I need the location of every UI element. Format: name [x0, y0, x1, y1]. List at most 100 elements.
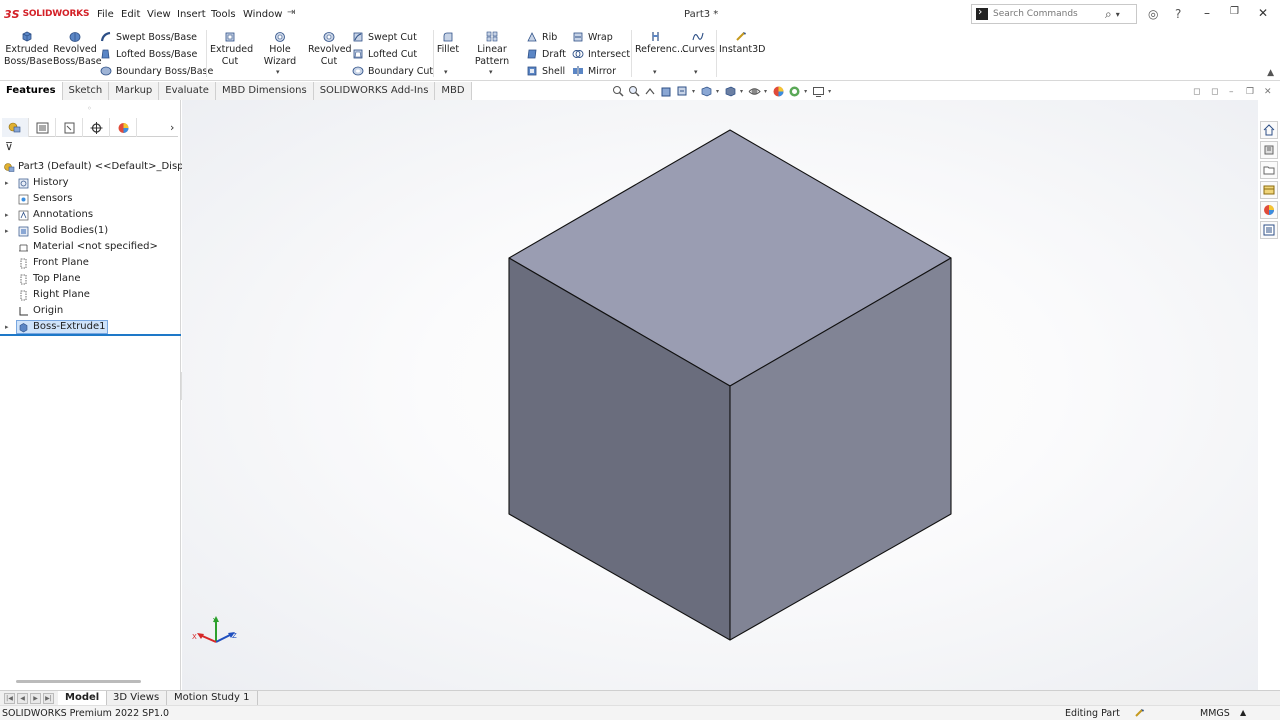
previous-view-icon[interactable] — [644, 85, 658, 98]
reference-geometry-button[interactable]: Referenc... — [635, 30, 686, 56]
linear-pattern-button[interactable]: Linear Pattern — [463, 30, 521, 68]
mirror-button[interactable]: Mirror — [572, 65, 616, 77]
viewport-window-icon[interactable]: ◻ — [1193, 87, 1200, 97]
expand-arrow-icon[interactable]: ▸ — [5, 175, 9, 191]
more-tabs-chevron-icon[interactable]: › — [170, 121, 174, 134]
rollback-bar[interactable] — [0, 334, 181, 336]
zoom-to-area-icon[interactable] — [628, 85, 642, 98]
viewport-tile-icon[interactable]: ◻ — [1211, 87, 1218, 97]
search-commands-box[interactable]: ⌕ ▾ — [971, 4, 1137, 24]
tab-model[interactable]: Model — [58, 691, 108, 706]
previous-tab-icon[interactable]: ◀ — [17, 693, 28, 704]
fillet-button[interactable]: Fillet — [436, 30, 460, 56]
appearance-dropdown-icon[interactable]: ▾ — [764, 88, 767, 95]
tab-sketch[interactable]: Sketch — [62, 82, 110, 100]
last-tab-icon[interactable]: ▶| — [43, 693, 54, 704]
menu-edit[interactable]: Edit — [121, 9, 140, 20]
tree-item-material-not-specified[interactable]: Material <not specified> — [0, 239, 181, 255]
viewport-restore-icon[interactable]: ❐ — [1246, 87, 1254, 97]
tab-markup[interactable]: Markup — [109, 82, 160, 100]
tree-item-boss-extrude1[interactable]: ▸ Boss-Extrude1 — [0, 319, 181, 335]
menu-file[interactable]: File — [97, 9, 114, 20]
viewport-minimize-icon[interactable]: – — [1229, 87, 1234, 97]
reference-dropdown-icon[interactable]: ▾ — [653, 68, 657, 76]
apply-scene-icon[interactable] — [788, 85, 802, 98]
tab-evaluate[interactable]: Evaluate — [159, 82, 216, 100]
unit-dropdown-icon[interactable]: ▲ — [1240, 708, 1246, 717]
tree-item-solid-bodies-1[interactable]: ▸ Solid Bodies(1) — [0, 223, 181, 239]
boundary-boss-button[interactable]: Boundary Boss/Base — [100, 65, 213, 77]
curves-button[interactable]: Curves — [682, 30, 715, 56]
user-account-icon[interactable]: ◎ — [1148, 7, 1158, 21]
edit-appearance-icon[interactable] — [772, 85, 786, 98]
scene-dropdown-icon[interactable]: ▾ — [804, 88, 807, 95]
section-view-icon[interactable] — [660, 85, 674, 98]
dimxpert-manager-tab[interactable] — [83, 118, 110, 137]
close-button[interactable]: ✕ — [1258, 6, 1268, 20]
tree-item-top-plane[interactable]: Top Plane — [0, 271, 181, 287]
revolved-boss-button[interactable]: Revolved Boss/Base — [53, 30, 102, 68]
hide-show-items-icon[interactable] — [748, 85, 762, 98]
search-icon[interactable]: ⌕ — [1105, 7, 1112, 22]
design-library-button[interactable] — [1260, 141, 1278, 159]
wrap-button[interactable]: Wrap — [572, 31, 613, 43]
display-manager-tab[interactable] — [110, 118, 137, 137]
rib-button[interactable]: Rib — [526, 31, 557, 43]
tab-motion-study-1[interactable]: Motion Study 1 — [167, 691, 258, 706]
boundary-cut-button[interactable]: Boundary Cut — [352, 65, 433, 77]
hole-wizard-button[interactable]: Hole Wizard — [254, 30, 306, 68]
search-dropdown-icon[interactable]: ▾ — [1116, 10, 1120, 19]
view-orientation-dropdown-icon[interactable]: ▾ — [692, 88, 695, 95]
shell-button[interactable]: Shell — [526, 65, 565, 77]
lofted-cut-button[interactable]: Lofted Cut — [352, 48, 417, 60]
custom-properties-button[interactable] — [1260, 221, 1278, 239]
expand-arrow-icon[interactable]: ▸ — [5, 207, 9, 223]
curves-dropdown-icon[interactable]: ▾ — [694, 68, 698, 76]
hide-show-dropdown-icon[interactable]: ▾ — [740, 88, 743, 95]
tree-item-history[interactable]: ▸ History — [0, 175, 181, 191]
tree-item-annotations[interactable]: ▸ Annotations — [0, 207, 181, 223]
panel-horizontal-scrollbar[interactable] — [16, 680, 141, 683]
rebuild-status-icon[interactable] — [1134, 707, 1146, 720]
tree-item-origin[interactable]: Origin — [0, 303, 181, 319]
swept-boss-button[interactable]: Swept Boss/Base — [100, 31, 197, 43]
unit-system[interactable]: MMGS — [1200, 708, 1230, 719]
tab-mbd[interactable]: MBD — [435, 82, 472, 100]
lofted-boss-button[interactable]: Lofted Boss/Base — [100, 48, 197, 60]
tab-mbd-dimensions[interactable]: MBD Dimensions — [215, 82, 314, 100]
panel-grip-icon[interactable]: ◦ — [87, 104, 92, 113]
swept-cut-button[interactable]: Swept Cut — [352, 31, 417, 43]
fillet-dropdown-icon[interactable]: ▾ — [444, 68, 448, 76]
intersect-button[interactable]: Intersect — [572, 48, 630, 60]
restore-button[interactable]: ❐ — [1230, 6, 1239, 17]
view-palette-button[interactable] — [1260, 181, 1278, 199]
zoom-to-fit-icon[interactable] — [612, 85, 626, 98]
configuration-manager-tab[interactable] — [56, 118, 83, 137]
menu-view[interactable]: View — [147, 9, 171, 20]
tab-3d-views[interactable]: 3D Views — [106, 691, 168, 706]
tree-item-sensors[interactable]: Sensors — [0, 191, 181, 207]
graphics-area[interactable] — [182, 100, 1258, 690]
tree-item-right-plane[interactable]: Right Plane — [0, 287, 181, 303]
menu-tools[interactable]: Tools — [211, 9, 236, 20]
pin-menu-icon[interactable]: ⇥ — [287, 7, 295, 18]
viewport-close-icon[interactable]: ✕ — [1264, 87, 1272, 97]
collapse-ribbon-icon[interactable]: ▲ — [1267, 68, 1274, 78]
view-settings-icon[interactable] — [812, 85, 826, 98]
extruded-cut-button[interactable]: Extruded Cut — [210, 30, 253, 68]
menu-insert[interactable]: Insert — [177, 9, 206, 20]
help-icon[interactable]: ? — [1175, 7, 1181, 21]
hole-wizard-dropdown-icon[interactable]: ▾ — [276, 68, 280, 76]
expand-arrow-icon[interactable]: ▸ — [5, 319, 9, 335]
display-style-dropdown-icon[interactable]: ▾ — [716, 88, 719, 95]
solidworks-resources-button[interactable] — [1260, 121, 1278, 139]
search-commands-input[interactable] — [993, 9, 1101, 19]
property-manager-tab[interactable] — [29, 118, 56, 137]
tab-solidworks-addins[interactable]: SOLIDWORKS Add-Ins — [313, 82, 436, 100]
view-orientation-icon[interactable] — [700, 85, 714, 98]
minimize-button[interactable]: – — [1204, 6, 1210, 20]
tree-root-part[interactable]: Part3 (Default) <<Default>_Display S — [0, 159, 208, 175]
menu-window[interactable]: Window — [243, 9, 282, 20]
display-style-icon[interactable] — [724, 85, 738, 98]
solidworks-logo[interactable]: 3S SOLIDWORKS — [4, 6, 89, 22]
